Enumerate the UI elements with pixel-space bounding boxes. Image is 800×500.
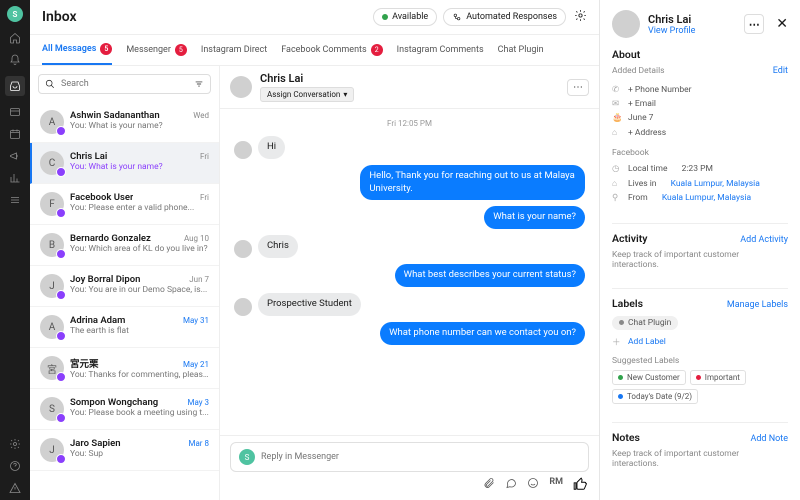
thread-item[interactable]: AAdrina AdamMay 31The earth is flat <box>30 307 219 348</box>
like-icon[interactable] <box>573 477 587 494</box>
add-activity-link[interactable]: Add Activity <box>740 235 788 245</box>
close-icon[interactable]: ✕ <box>776 16 788 32</box>
nav-rail: S <box>0 0 30 500</box>
menu-icon[interactable] <box>9 194 21 206</box>
message-bubble: What is your name? <box>484 206 585 229</box>
alert-icon[interactable] <box>9 482 21 494</box>
email-icon: ✉ <box>612 99 622 109</box>
thread-item[interactable]: SSompon WongchangMay 3You: Please book a… <box>30 389 219 430</box>
sender-avatar <box>234 141 252 159</box>
conversation-more-button[interactable]: ⋯ <box>567 79 589 96</box>
profile-more-button[interactable]: ⋯ <box>744 14 764 34</box>
suggested-label[interactable]: New Customer <box>612 370 686 385</box>
tab-instagram-direct[interactable]: Instagram Direct <box>201 35 267 65</box>
inbox-tabs: All Messages5 Messenger5 Instagram Direct F… <box>30 35 599 66</box>
attachment-icon[interactable] <box>483 477 495 494</box>
message-composer[interactable]: S <box>230 442 589 472</box>
message-bubble: Chris <box>258 235 298 258</box>
tab-all-messages[interactable]: All Messages5 <box>42 35 112 65</box>
add-note-link[interactable]: Add Note <box>750 434 788 444</box>
timestamp: Fri 12:05 PM <box>234 119 585 128</box>
date-icon: 🎂 <box>612 113 622 123</box>
availability-toggle[interactable]: Available <box>373 8 437 26</box>
clock-icon: ◷ <box>612 164 622 174</box>
add-phone-link[interactable]: + Phone Number <box>628 85 692 95</box>
thread-item[interactable]: 宮宮元栗May 21You: Thanks for commenting, pl… <box>30 348 219 389</box>
suggested-label[interactable]: Important <box>690 370 746 385</box>
thread-item[interactable]: CChris LaiFriYou: What is your name? <box>30 143 219 184</box>
chart-icon[interactable] <box>9 172 21 184</box>
message-bubble: What phone number can we contact you on? <box>380 322 585 345</box>
message-bubble: What best describes your current status? <box>395 264 585 287</box>
home-icon[interactable] <box>9 32 21 44</box>
tab-instagram-comments[interactable]: Instagram Comments <box>397 35 484 65</box>
labels-heading: Labels <box>612 297 643 310</box>
address-icon: ⌂ <box>612 127 622 138</box>
profile-name: Chris Lai <box>648 13 736 26</box>
help-icon[interactable] <box>9 460 21 472</box>
message-bubble: Hello, Thank you for reaching out to us … <box>360 165 585 201</box>
chevron-down-icon: ▾ <box>343 90 347 99</box>
sender-avatar <box>234 240 252 258</box>
card-icon[interactable] <box>9 106 21 118</box>
settings-icon[interactable] <box>9 438 21 450</box>
home-icon: ⌂ <box>612 178 622 189</box>
thread-item[interactable]: JJoy Borral DiponJun 7You: You are in ou… <box>30 266 219 307</box>
thread-item[interactable]: BBernardo GonzalezAug 10You: Which area … <box>30 225 219 266</box>
location-icon: ⚲ <box>612 193 622 203</box>
add-address-link[interactable]: + Address <box>628 128 666 138</box>
suggested-label[interactable]: Today's Date (9/2) <box>612 389 698 404</box>
search-input[interactable] <box>61 79 188 89</box>
thread-item[interactable]: JJaro SapienMar 8You: Sup <box>30 430 219 471</box>
thread-item[interactable]: AAshwin SadananthanWedYou: What is your … <box>30 102 219 143</box>
message-icon[interactable] <box>505 477 517 494</box>
activity-heading: Activity <box>612 232 647 245</box>
bell-icon[interactable] <box>9 54 21 66</box>
manage-labels-link[interactable]: Manage Labels <box>727 300 788 310</box>
contact-avatar <box>230 76 252 98</box>
plus-icon: ＋ <box>612 336 622 348</box>
gear-icon[interactable] <box>574 9 587 25</box>
composer-input[interactable] <box>261 452 580 462</box>
notes-heading: Notes <box>612 431 640 444</box>
tab-facebook-comments[interactable]: Facebook Comments2 <box>281 35 382 65</box>
thread-item[interactable]: FFacebook UserFriYou: Please enter a val… <box>30 184 219 225</box>
add-email-link[interactable]: + Email <box>628 99 656 109</box>
edit-details-link[interactable]: Edit <box>773 66 788 76</box>
page-title: Inbox <box>42 9 367 25</box>
sender-avatar <box>234 298 252 316</box>
calendar-icon[interactable] <box>9 128 21 140</box>
label-chip[interactable]: Chat Plugin <box>612 316 678 330</box>
assign-conversation-button[interactable]: Assign Conversation ▾ <box>260 87 354 102</box>
workspace-avatar[interactable]: S <box>7 6 23 22</box>
tab-chat-plugin[interactable]: Chat Plugin <box>498 35 544 65</box>
search-icon <box>45 79 55 89</box>
saved-reply-button[interactable]: RM <box>549 477 563 494</box>
inbox-icon[interactable] <box>5 76 25 96</box>
view-profile-link[interactable]: View Profile <box>648 26 736 36</box>
agent-avatar: S <box>239 449 255 465</box>
tab-messenger[interactable]: Messenger5 <box>126 35 187 65</box>
automated-responses-button[interactable]: Automated Responses <box>443 8 566 26</box>
search-box[interactable] <box>38 74 211 94</box>
about-heading: About <box>612 48 640 61</box>
filter-icon[interactable] <box>194 79 204 89</box>
megaphone-icon[interactable] <box>9 150 21 162</box>
add-label-link[interactable]: Add Label <box>628 337 666 347</box>
message-bubble: Prospective Student <box>258 293 361 316</box>
phone-icon: ✆ <box>612 85 622 95</box>
conversation-title: Chris Lai <box>260 72 354 85</box>
emoji-icon[interactable] <box>527 477 539 494</box>
profile-avatar <box>612 10 640 38</box>
message-bubble: Hi <box>258 136 285 159</box>
